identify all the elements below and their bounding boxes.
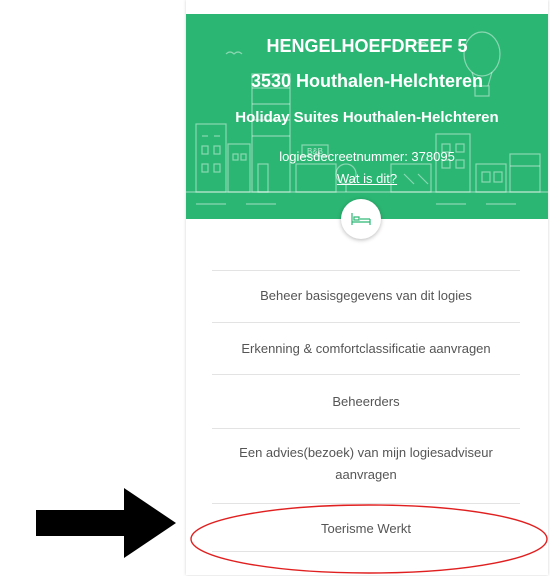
address-city: 3530 Houthalen-Helchteren <box>250 71 484 91</box>
lodging-header: B&B HENGELHOEFDREEF 5 3530 Houthalen-Hel… <box>186 14 548 219</box>
menu-item-managers[interactable]: Beheerders <box>212 374 520 428</box>
menu-item-basic-data[interactable]: Beheer basisgegevens van dit logies <box>212 270 520 322</box>
bed-icon <box>351 213 371 225</box>
menu-item-recognition[interactable]: Erkenning & comfortclassificatie aanvrag… <box>212 322 520 374</box>
registration-number: logiesdecreetnummer: 378095 <box>279 149 455 164</box>
lodging-name: Holiday Suites Houthalen-Helchteren <box>235 109 499 126</box>
menu-item-label: Beheerders <box>332 394 400 409</box>
menu-item-label: Een advies(bezoek) van mijn logiesadvise… <box>239 445 493 482</box>
annotation-highlight-ellipse <box>190 504 548 574</box>
what-is-this-link[interactable]: Wat is dit? <box>186 171 548 186</box>
menu-item-advice-visit[interactable]: Een advies(bezoek) van mijn logiesadvise… <box>212 428 520 503</box>
menu-item-label: Erkenning & comfortclassificatie aanvrag… <box>241 341 491 356</box>
address-street: HENGELHOEFDREEF 5 <box>266 36 468 56</box>
lodging-card: B&B HENGELHOEFDREEF 5 3530 Houthalen-Hel… <box>186 0 548 575</box>
menu-item-label: Beheer basisgegevens van dit logies <box>260 288 472 303</box>
annotation-arrow-icon <box>36 488 176 558</box>
lodging-type-badge <box>341 199 381 239</box>
